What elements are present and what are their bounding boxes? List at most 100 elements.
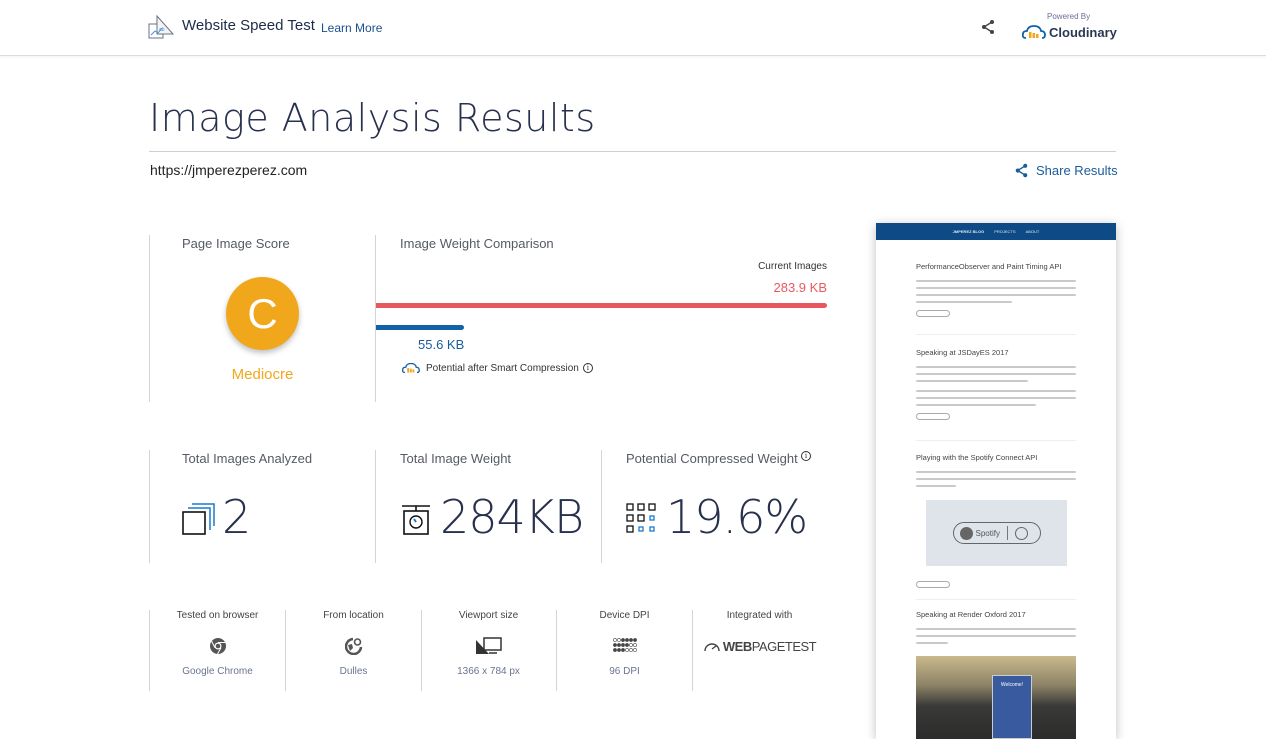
- meta-title: Viewport size: [458, 610, 519, 621]
- preview-photo: Welcome!: [916, 656, 1076, 739]
- stat-label: Potential Compressed Weight: [626, 451, 798, 466]
- chrome-icon: [209, 638, 226, 655]
- webpagetest-bold: WEB: [722, 638, 752, 654]
- preview-post-title: Speaking at Render Oxford 2017: [916, 610, 1026, 619]
- weight-comparison-label: Image Weight Comparison: [400, 236, 554, 251]
- webpagetest-text: PAGETEST: [751, 638, 817, 654]
- page-screenshot-preview[interactable]: JMPEREZ BLOG PROJECTS ABOUT PerformanceO…: [876, 223, 1116, 739]
- speed-test-logo-icon[interactable]: ab: [148, 14, 174, 40]
- page-title: Image Analysis Results: [149, 96, 596, 140]
- cloudinary-cloud-icon: [401, 362, 420, 374]
- divider: [601, 450, 602, 563]
- meta-title: Device DPI: [599, 610, 650, 621]
- share-icon: [1015, 163, 1028, 178]
- current-images-label: Current Images: [758, 261, 827, 272]
- dpi-dot: [624, 638, 629, 642]
- current-images-value: 283.9 KB: [773, 280, 828, 295]
- spotify-label: Spotify: [975, 528, 1000, 538]
- dpi-dot: [620, 648, 625, 652]
- share-results-label: Share Results: [1036, 163, 1118, 178]
- meta-dpi: Device DPI 96 DPI: [557, 610, 692, 677]
- preview-post: Speaking at JSDayES 2017: [916, 348, 1076, 420]
- dpi-dot: [620, 638, 625, 642]
- viewport-icon: [475, 637, 502, 654]
- powered-by-label: Powered By: [1047, 12, 1091, 21]
- stat-label: Total Images Analyzed: [182, 451, 313, 466]
- svg-text:ab: ab: [159, 27, 165, 33]
- dpi-dot: [628, 643, 633, 647]
- share-icon[interactable]: [980, 19, 996, 35]
- dpi-dot: [612, 648, 617, 652]
- info-icon[interactable]: i: [582, 363, 593, 373]
- top-bar: ab Website Speed Test Learn More Powered…: [0, 0, 1266, 56]
- stat-label: Total Image Weight: [400, 451, 512, 466]
- stat-value: 284KB: [440, 490, 584, 544]
- dpi-dot: [632, 643, 637, 647]
- webpagetest-logo[interactable]: WEB PAGETEST: [692, 634, 827, 658]
- preview-post-title: PerformanceObserver and Paint Timing API: [916, 262, 1062, 271]
- preview-post-title: Speaking at JSDayES 2017: [916, 348, 1009, 357]
- meta-location: From location Dulles: [286, 610, 421, 677]
- dpi-dot: [632, 638, 637, 642]
- stacked-images-icon: [182, 503, 215, 535]
- preview-nav-item: ABOUT: [1025, 229, 1040, 234]
- dpi-dot: [616, 638, 621, 642]
- preview-post-title: Playing with the Spotify Connect API: [916, 453, 1038, 462]
- analyzed-url: https://jmperezperez.com: [150, 162, 308, 178]
- welcome-sign: Welcome!: [992, 675, 1032, 739]
- dpi-dot: [612, 638, 617, 642]
- grade-badge: C: [226, 277, 299, 350]
- preview-spotify-image: Spotify: [926, 500, 1067, 566]
- grade-text: Mediocre: [231, 366, 294, 383]
- stat-value: 2: [222, 490, 251, 544]
- compression-caption-text: Potential after Smart Compression: [426, 362, 579, 374]
- scale-icon: [402, 505, 430, 535]
- globe-pin-icon: [344, 637, 362, 655]
- current-weight-bar: [376, 303, 827, 308]
- dpi-dot: [628, 648, 633, 652]
- meta-title: Integrated with: [726, 610, 793, 621]
- dpi-dot: [624, 648, 629, 652]
- preview-post: PerformanceObserver and Paint Timing API: [916, 262, 1076, 317]
- compressed-weight-bar: [376, 325, 465, 330]
- preview-nav: JMPEREZ BLOG PROJECTS ABOUT: [876, 223, 1116, 240]
- preview-nav-item: PROJECTS: [994, 229, 1016, 234]
- title-divider: [149, 151, 1116, 152]
- preview-post: Speaking at Render Oxford 2017: [916, 610, 1076, 644]
- dpi-dot: [628, 638, 633, 642]
- preview-post: Playing with the Spotify Connect API: [916, 453, 1076, 487]
- cloudinary-cloud-icon: [1022, 25, 1046, 39]
- divider: [149, 450, 150, 563]
- meta-value: Google Chrome: [182, 666, 253, 677]
- cloudinary-brand-name: Cloudinary: [1049, 24, 1117, 40]
- preview-nav-item: JMPEREZ BLOG: [952, 229, 985, 234]
- meta-value: Dulles: [339, 666, 368, 677]
- learn-more-link[interactable]: Learn More: [321, 21, 382, 35]
- app-title[interactable]: Website Speed Test: [182, 17, 315, 34]
- share-results-button[interactable]: Share Results: [1014, 163, 1118, 178]
- meta-integration: Integrated with WEB PAGETEST: [692, 610, 827, 658]
- divider: [375, 235, 376, 402]
- score-label: Page Image Score: [182, 236, 290, 251]
- meta-title: Tested on browser: [176, 610, 259, 621]
- meta-title: From location: [323, 610, 384, 621]
- dpi-dot: [616, 643, 621, 647]
- grid-compress-icon: [626, 503, 656, 533]
- meta-browser: Tested on browser Google Chrome: [150, 610, 285, 677]
- info-icon[interactable]: i: [801, 451, 811, 461]
- meta-value: 1366 x 784 px: [457, 666, 520, 677]
- cloudinary-logo[interactable]: Cloudinary: [1022, 23, 1117, 41]
- dpi-dot: [616, 648, 621, 652]
- compressed-value: 55.6 KB: [418, 337, 465, 352]
- compression-caption: Potential after Smart Compression i: [401, 362, 593, 374]
- stat-value: 19.6%: [666, 490, 808, 544]
- dpi-dot: [612, 643, 617, 647]
- divider: [375, 450, 376, 563]
- dpi-dots-icon: [612, 638, 637, 652]
- dpi-dot: [632, 648, 637, 652]
- meta-viewport: Viewport size 1366 x 784 px: [421, 610, 556, 677]
- meta-value: 96 DPI: [609, 666, 640, 677]
- dpi-dot: [620, 643, 625, 647]
- dpi-dot: [624, 643, 629, 647]
- webpagetest-gauge-icon: [704, 643, 720, 652]
